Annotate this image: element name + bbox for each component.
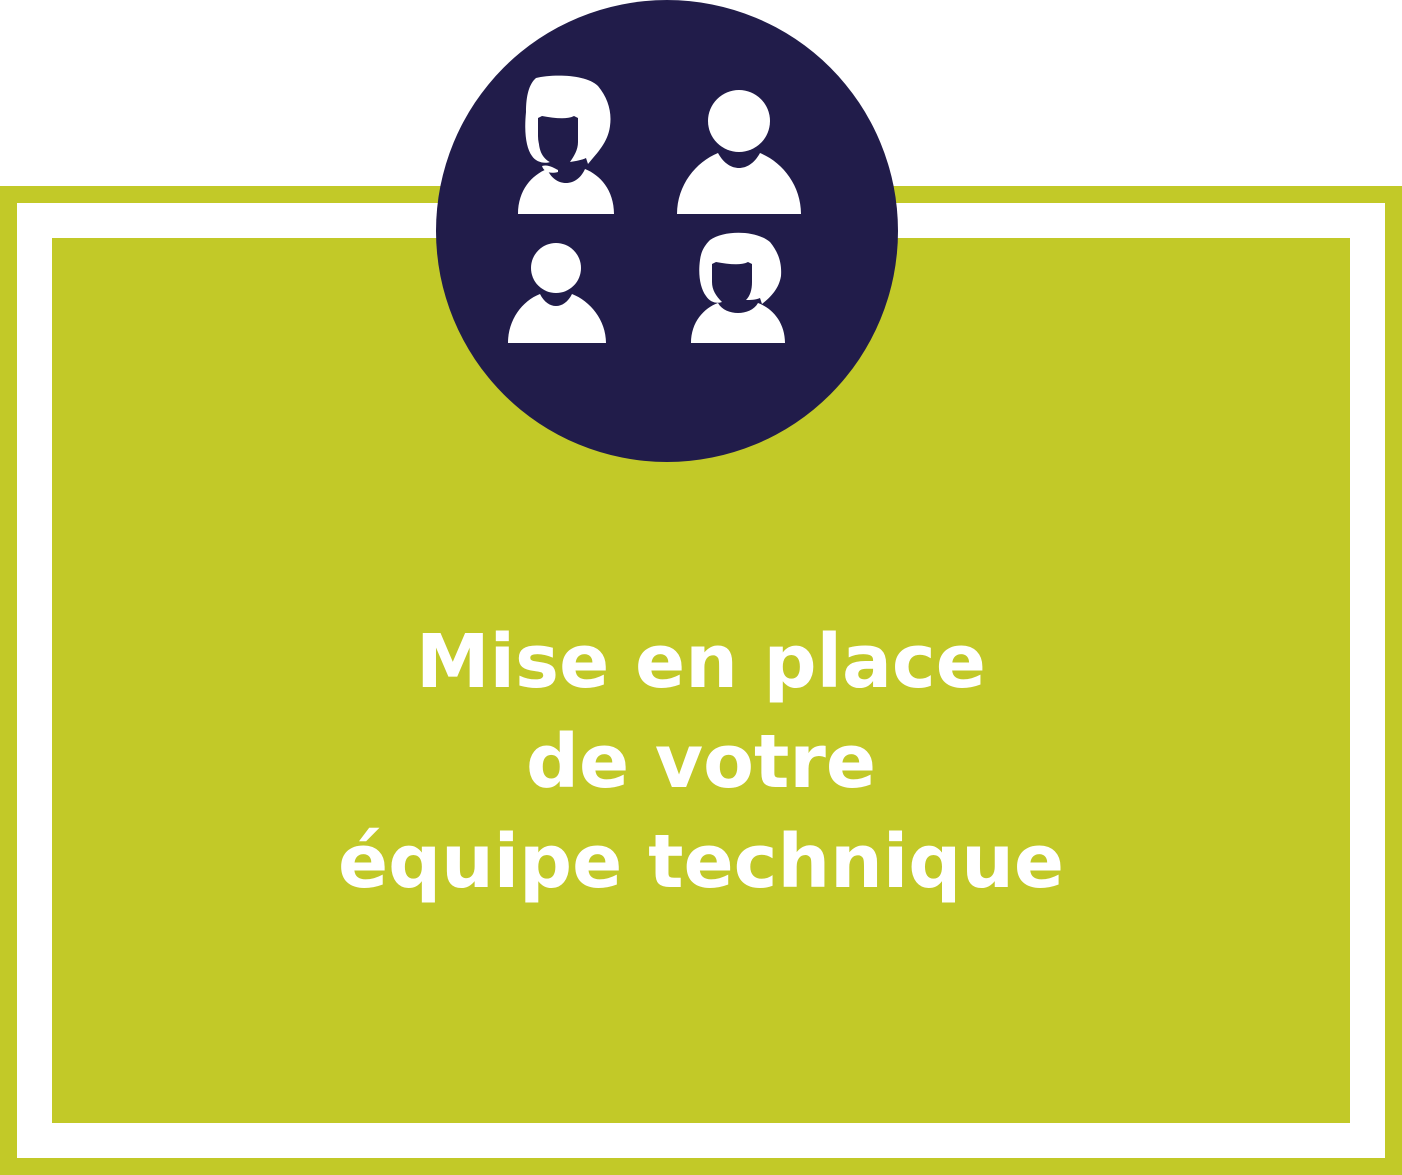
woman-icon	[518, 75, 614, 214]
title-line-1: Mise en place	[416, 619, 986, 705]
man-icon	[508, 243, 606, 343]
woman-icon	[691, 232, 785, 343]
title-line-2: de votre	[525, 719, 877, 805]
team-badge	[436, 0, 898, 462]
page-title: Mise en place de votre équipe technique	[0, 612, 1402, 912]
team-icon	[508, 75, 801, 343]
man-icon	[677, 90, 801, 214]
title-line-3: équipe technique	[337, 819, 1065, 905]
